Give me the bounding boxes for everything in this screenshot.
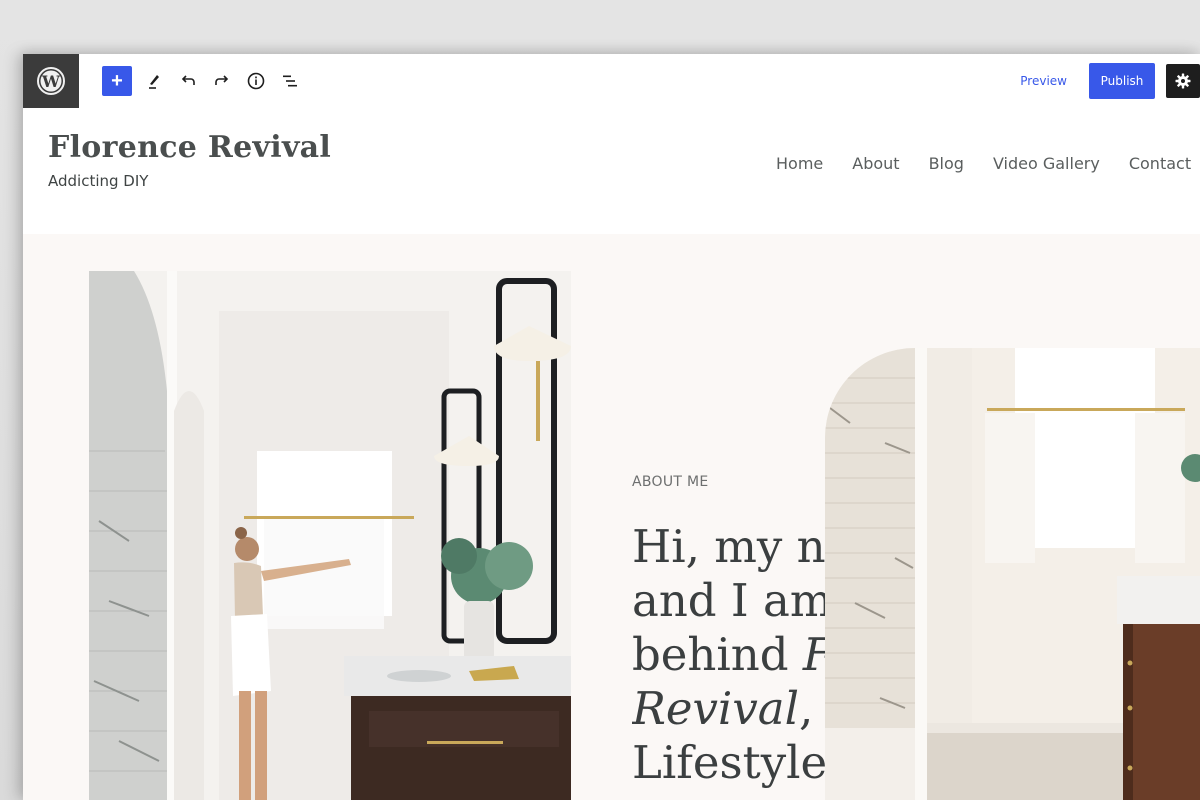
svg-text:W: W [41,72,61,91]
site-title[interactable]: Florence Revival [48,130,331,165]
undo-button[interactable] [171,64,205,98]
wordpress-logo-button[interactable]: W [23,54,79,108]
headline-italic-name: Florence [803,628,825,681]
bathroom-photo-left-illustration [89,271,571,800]
bathroom-photo-right[interactable] [825,348,1200,800]
site-tagline[interactable]: Addicting DIY [48,172,148,190]
editor-window: W + Preview Publish Florence Revival Add… [23,54,1200,800]
publish-button[interactable]: Publish [1089,63,1155,99]
plus-icon: + [111,70,123,92]
tools-button[interactable] [137,64,171,98]
add-block-button[interactable]: + [102,66,132,96]
list-view-button[interactable] [273,64,307,98]
nav-item-home[interactable]: Home [776,154,823,173]
preview-button[interactable]: Preview [1008,74,1079,88]
nav-item-blog[interactable]: Blog [929,154,964,173]
nav-item-video-gallery[interactable]: Video Gallery [993,154,1100,173]
headline-line-3: behind Florence [632,628,825,682]
nav-item-about[interactable]: About [852,154,899,173]
wordpress-logo-icon: W [37,67,65,95]
about-headline[interactable]: Hi, my name is and I am the behind Flore… [632,520,825,790]
section-eyebrow[interactable]: ABOUT ME [632,474,709,490]
settings-button[interactable] [1166,64,1200,98]
navigation-menu: Home About Blog Video Gallery Contact [776,154,1200,173]
headline-line-5: Lifestyle [632,736,825,789]
list-view-icon [283,75,297,87]
redo-button[interactable] [205,64,239,98]
nav-item-contact[interactable]: Contact [1129,154,1191,173]
about-section: ABOUT ME Hi, my name is and I am the beh… [23,234,1200,800]
headline-line-1: Hi, my name is [632,520,825,573]
headline-italic-revival: Revival [632,682,799,735]
undo-icon [181,75,195,85]
headline-line-4: Revival, a [632,682,825,736]
headline-line-2: and I am the [632,574,825,627]
headline-line-4-rest: , a [798,682,825,735]
details-button[interactable] [239,64,273,98]
info-icon [247,72,265,90]
bathroom-photo-right-illustration [825,348,1200,800]
redo-icon [215,75,229,85]
site-header: Florence Revival Addicting DIY Home Abou… [23,108,1200,234]
bathroom-photo-left[interactable] [89,271,571,800]
headline-line-3-text: behind [632,628,803,681]
gear-icon [1175,73,1191,89]
editor-toolbar: W + Preview Publish [23,54,1200,108]
pencil-icon [149,75,159,89]
